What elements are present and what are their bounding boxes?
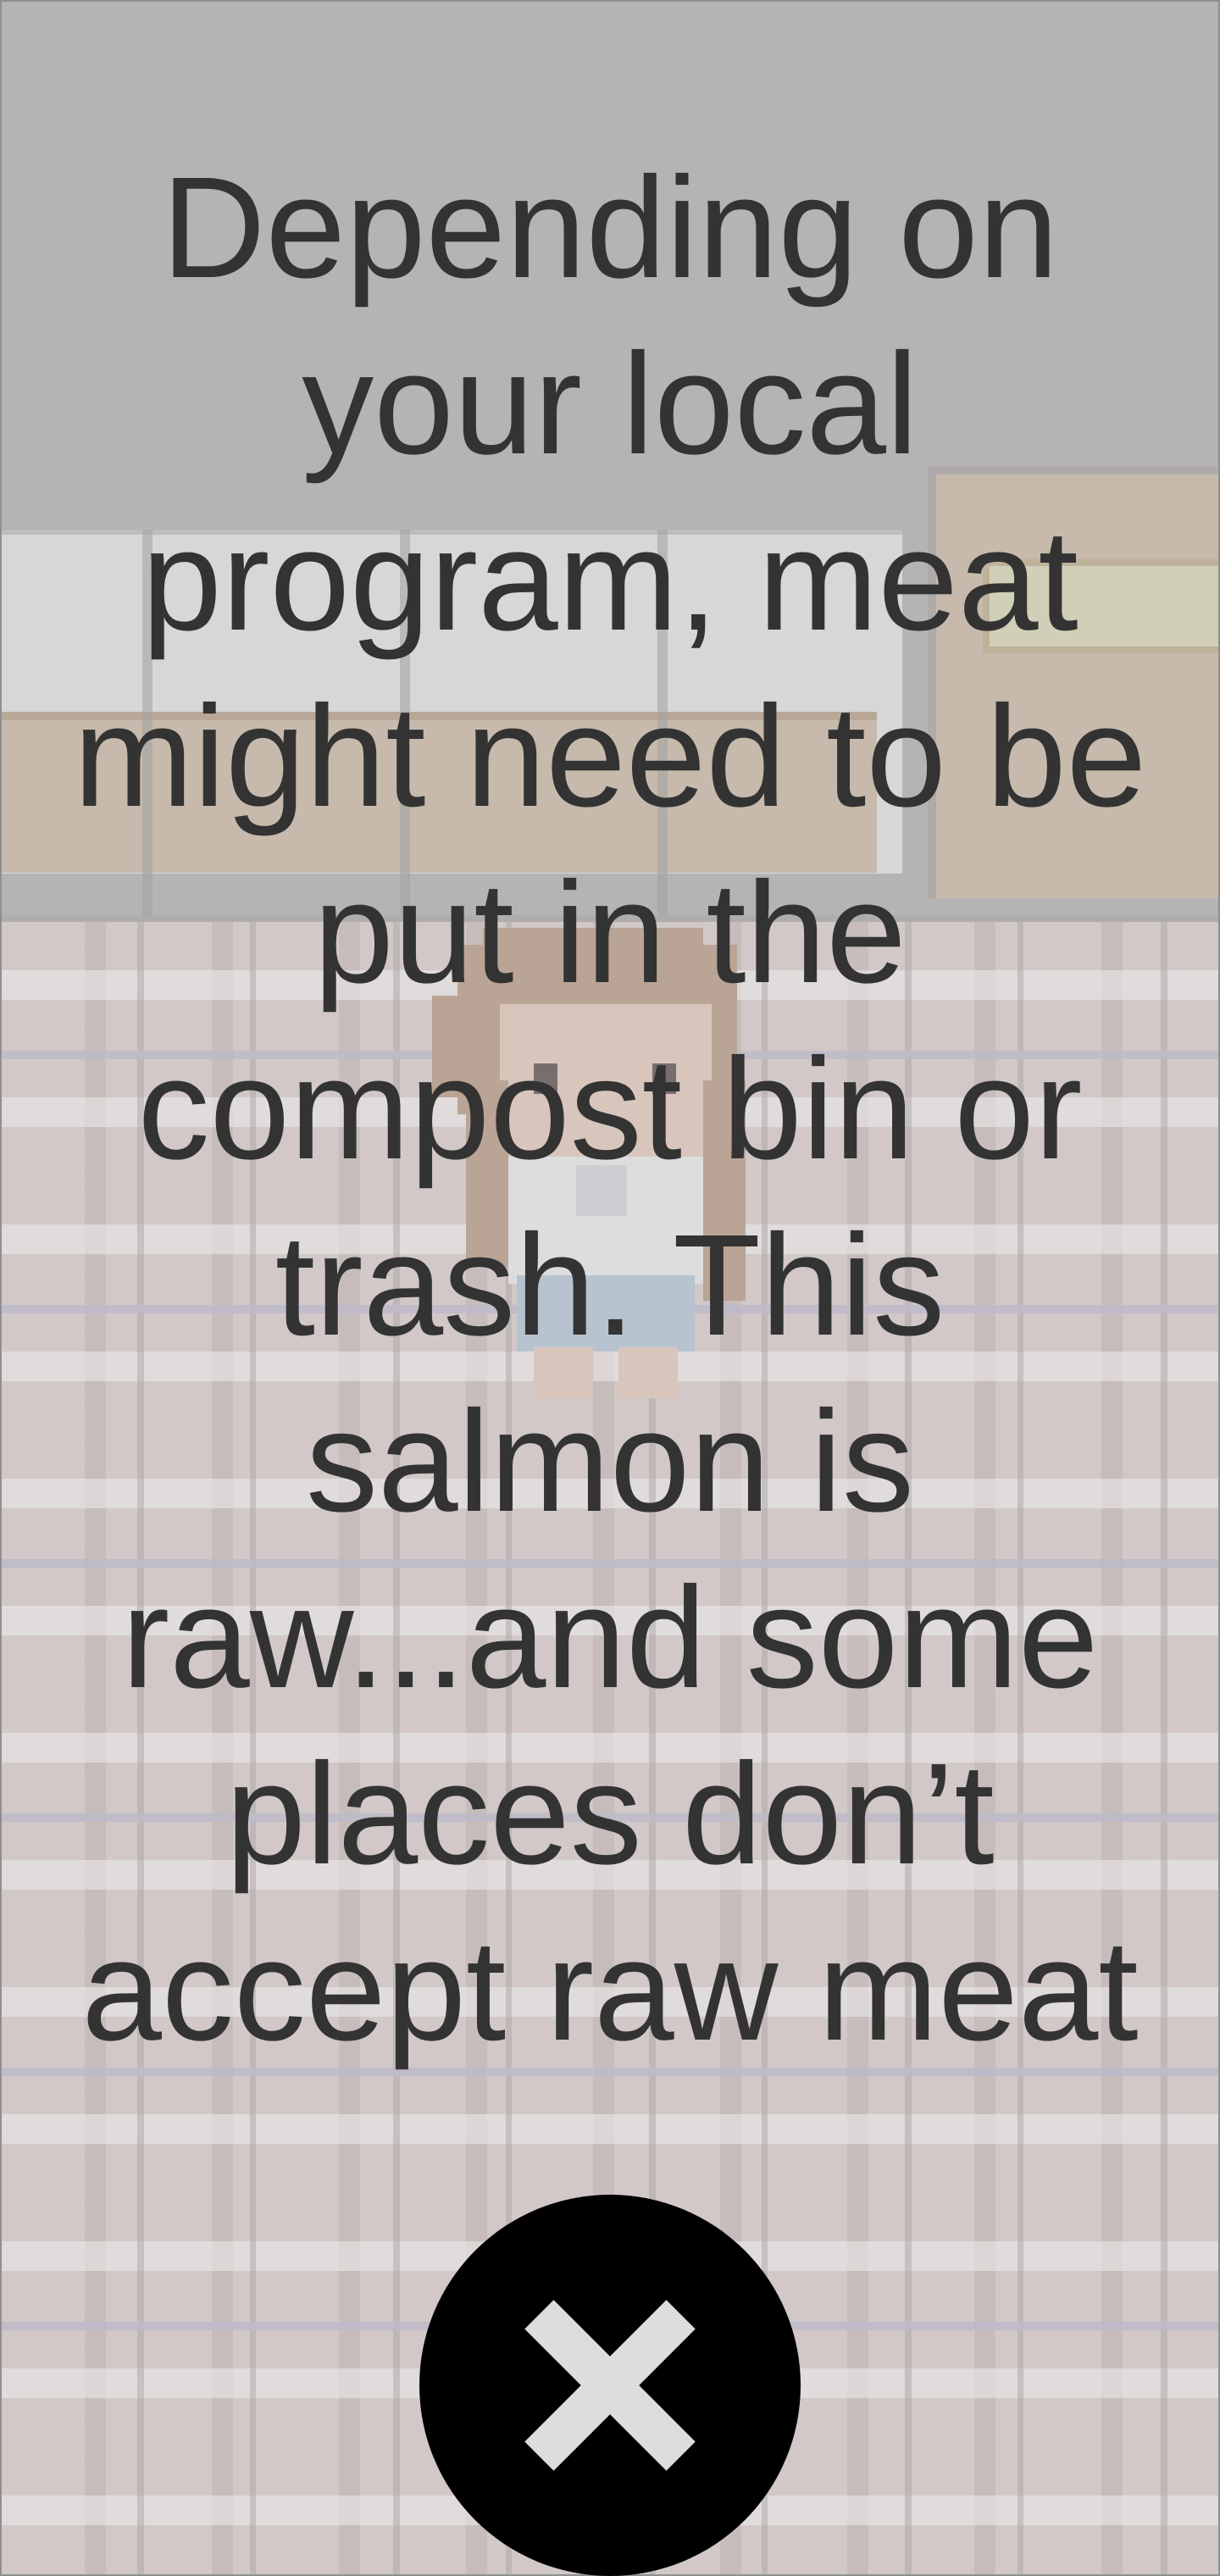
dialog-message: Depending on your local program, meat mi… [73, 147, 1147, 2071]
close-icon [524, 2300, 696, 2471]
close-button[interactable] [419, 2195, 801, 2576]
